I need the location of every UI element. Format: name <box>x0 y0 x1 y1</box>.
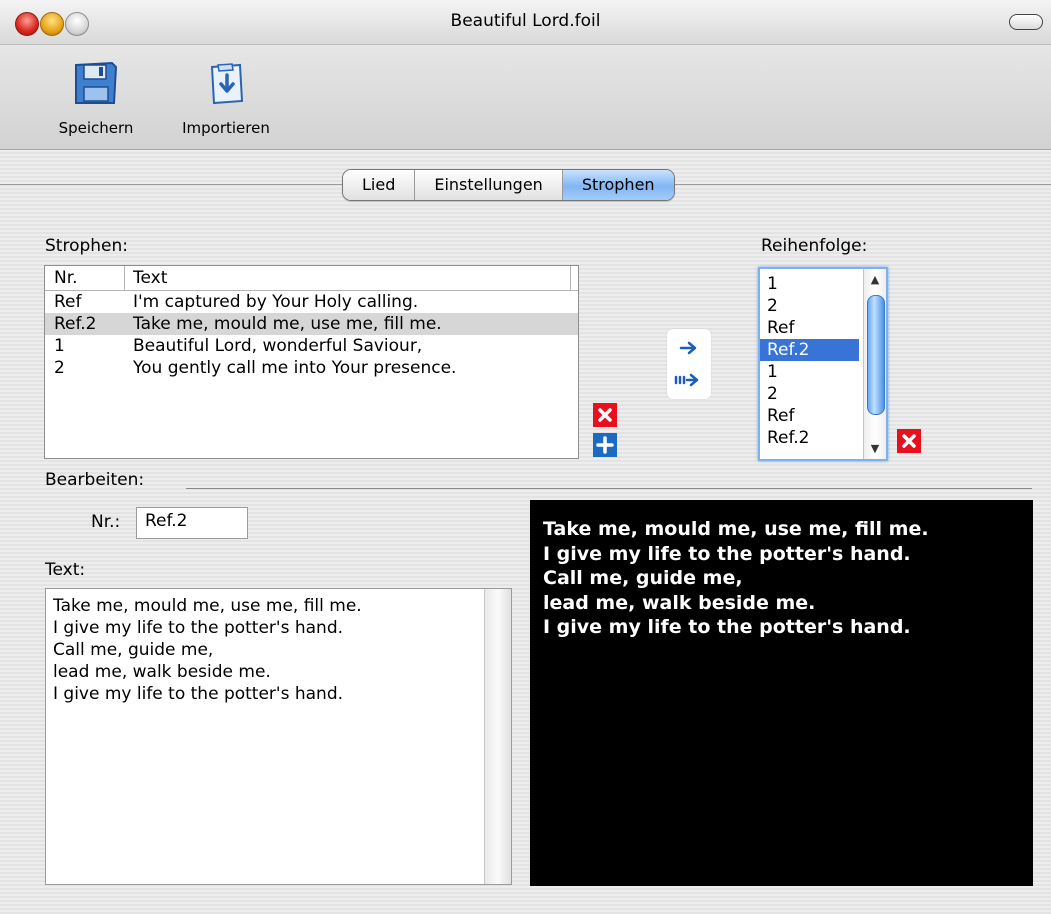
row-text: You gently call me into Your presence. <box>133 358 457 378</box>
tab-lied[interactable]: Lied <box>343 170 416 200</box>
toolbar: Speichern Importieren <box>0 45 1051 150</box>
nr-field[interactable]: Ref.2 <box>136 507 248 539</box>
table-row[interactable]: Ref I'm captured by Your Holy calling. <box>45 291 578 313</box>
add-all-to-order-button[interactable] <box>673 371 705 389</box>
column-header-nr[interactable]: Nr. <box>45 266 125 290</box>
text-line: Take me, mould me, use me, fill me. <box>53 596 362 616</box>
list-item[interactable]: 2 <box>760 383 859 405</box>
row-nr: Ref.2 <box>54 314 97 334</box>
table-row[interactable]: 1 Beautiful Lord, wonderful Saviour, <box>45 335 578 357</box>
row-nr: Ref <box>54 292 82 312</box>
transfer-buttons <box>667 329 711 399</box>
scroll-down-arrow-icon[interactable]: ▼ <box>864 442 886 455</box>
list-item[interactable]: Ref.2 <box>760 427 859 449</box>
bearbeiten-label: Bearbeiten: <box>45 470 145 490</box>
list-item[interactable]: Ref <box>760 317 859 339</box>
delete-strophe-button[interactable] <box>593 403 617 427</box>
text-line: lead me, walk beside me. <box>53 662 271 682</box>
preview-line: I give my life to the potter's hand. <box>543 616 911 638</box>
tab-strophen[interactable]: Strophen <box>562 170 674 200</box>
column-header-text[interactable]: Text <box>125 266 167 290</box>
save-button[interactable]: Speichern <box>48 57 144 137</box>
preview-line: lead me, walk beside me. <box>543 591 816 614</box>
strophen-table[interactable]: Nr. Text Ref I'm captured by Your Holy c… <box>44 265 579 459</box>
window-title: Beautiful Lord.foil <box>450 11 601 31</box>
preview-panel: Take me, mould me, use me, fill me. I gi… <box>530 500 1033 886</box>
toolbar-toggle-button[interactable] <box>1009 14 1043 30</box>
row-nr: 1 <box>54 336 65 356</box>
text-label: Text: <box>45 560 86 580</box>
preview-line: I give my life to the potter's hand. <box>543 542 911 565</box>
import-clipboard-icon <box>200 57 252 109</box>
close-icon <box>598 408 612 422</box>
tab-einstellungen[interactable]: Einstellungen <box>415 170 563 200</box>
list-item-selected[interactable]: Ref.2 <box>760 339 859 361</box>
nr-label: Nr.: <box>91 512 121 532</box>
delete-order-item-button[interactable] <box>897 429 921 453</box>
app-window: Beautiful Lord.foil Speichern Importiere… <box>0 0 1051 914</box>
text-line: I give my life to the potter's hand. <box>53 618 344 638</box>
arrow-right-double-icon <box>674 373 699 387</box>
reihenfolge-scrollbar[interactable]: ▲ ▼ <box>863 269 886 459</box>
title-bar: Beautiful Lord.foil <box>0 0 1051 45</box>
row-nr: 2 <box>54 358 65 378</box>
floppy-disk-icon <box>70 57 122 109</box>
table-row[interactable]: 2 You gently call me into Your presence. <box>45 357 578 379</box>
list-item[interactable]: 2 <box>760 295 859 317</box>
reihenfolge-label: Reihenfolge: <box>761 236 868 256</box>
plus-icon <box>596 436 614 454</box>
row-text: Beautiful Lord, wonderful Saviour, <box>133 336 423 356</box>
row-text: Take me, mould me, use me, fill me. <box>133 314 442 334</box>
add-strophe-button[interactable] <box>593 433 617 457</box>
import-label: Importieren <box>182 119 270 137</box>
text-editor[interactable]: Take me, mould me, use me, fill me. I gi… <box>45 588 512 885</box>
text-editor-scrollbar[interactable] <box>484 589 511 884</box>
tab-bar: Lied Einstellungen Strophen <box>342 169 675 201</box>
text-line: I give my life to the potter's hand. <box>53 684 344 704</box>
list-item[interactable]: 1 <box>760 361 859 383</box>
table-header: Nr. Text <box>45 266 578 291</box>
content-area: Lied Einstellungen Strophen Strophen: Nr… <box>0 150 1051 914</box>
text-line: Call me, guide me, <box>53 640 214 660</box>
list-item[interactable]: Ref <box>760 405 859 427</box>
import-button[interactable]: Importieren <box>166 57 286 137</box>
preview-line: Take me, mould me, use me, fill me. <box>543 518 929 540</box>
table-row-selected[interactable]: Ref.2 Take me, mould me, use me, fill me… <box>45 313 578 335</box>
column-divider <box>570 266 571 290</box>
preview-line: Call me, guide me, <box>543 567 743 589</box>
scroll-thumb[interactable] <box>867 295 885 415</box>
arrow-right-icon <box>679 341 697 355</box>
list-item[interactable]: 1 <box>760 273 859 295</box>
close-icon <box>902 434 916 448</box>
reihenfolge-list[interactable]: 1 2 Ref Ref.2 1 2 Ref Ref.2 ▲ ▼ <box>758 267 888 461</box>
row-text: I'm captured by Your Holy calling. <box>133 292 419 312</box>
save-label: Speichern <box>58 119 134 137</box>
strophen-label: Strophen: <box>45 236 128 256</box>
scroll-up-arrow-icon[interactable]: ▲ <box>864 273 886 286</box>
section-divider <box>186 488 1032 489</box>
add-to-order-button[interactable] <box>677 339 701 357</box>
